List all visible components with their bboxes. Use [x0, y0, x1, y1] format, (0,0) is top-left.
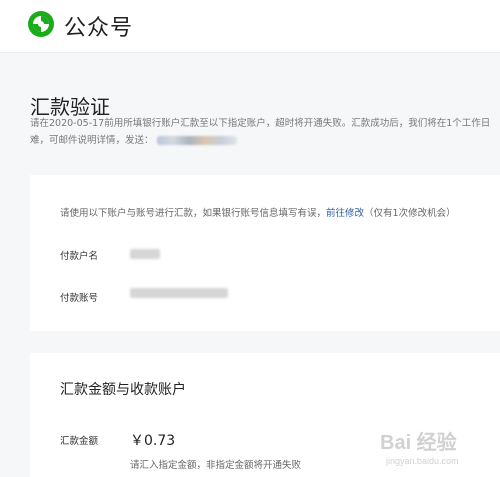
watermark-sub: jingyan.baidu.com — [386, 456, 459, 466]
edit-account-link[interactable]: 前往修改 — [326, 208, 364, 219]
notice-line-2: 难，可邮件说明详情，发送： — [30, 132, 500, 149]
wechat-official-logo-icon — [28, 11, 54, 37]
redacted-payer-name — [130, 249, 160, 259]
payer-hint-suffix: （仅有1次修改机会） — [364, 208, 456, 219]
payee-section-title: 汇款金额与收款账户 — [60, 382, 186, 398]
notice-line-1: 请在2020-05-17前用所填银行账户汇款至以下指定账户，超时将开通失败。汇款… — [30, 118, 491, 129]
amount-label: 汇款金额 — [60, 436, 99, 447]
notice-line-2-text: 难，可邮件说明详情，发送： — [30, 135, 154, 146]
baidu-jingyan-watermark: Bai 经验 jingyan.baidu.com — [380, 426, 498, 470]
payer-name-label: 付款户名 — [60, 251, 99, 262]
watermark-main: Bai 经验 — [380, 432, 457, 454]
amount-note: 请汇入指定金额，非指定金额将开通失败 — [130, 460, 302, 471]
top-bar: 公众号 — [0, 0, 500, 53]
notice-text: 请在2020-05-17前用所填银行账户汇款至以下指定账户，超时将开通失败。汇款… — [30, 115, 500, 149]
brand-name[interactable]: 公众号 — [64, 10, 133, 42]
redacted-email — [156, 136, 237, 145]
payer-hint-prefix: 请使用以下账户与账号进行汇款，如果银行账号信息填写有误， — [60, 208, 327, 219]
payer-hint: 请使用以下账户与账号进行汇款，如果银行账号信息填写有误，前往修改（仅有1次修改机… — [60, 205, 456, 219]
payer-account-label: 付款账号 — [60, 293, 99, 304]
amount-value: ￥0.73 — [130, 433, 176, 449]
payer-account-card: 请使用以下账户与账号进行汇款，如果银行账号信息填写有误，前往修改（仅有1次修改机… — [30, 175, 500, 331]
redacted-payer-account — [130, 288, 228, 298]
